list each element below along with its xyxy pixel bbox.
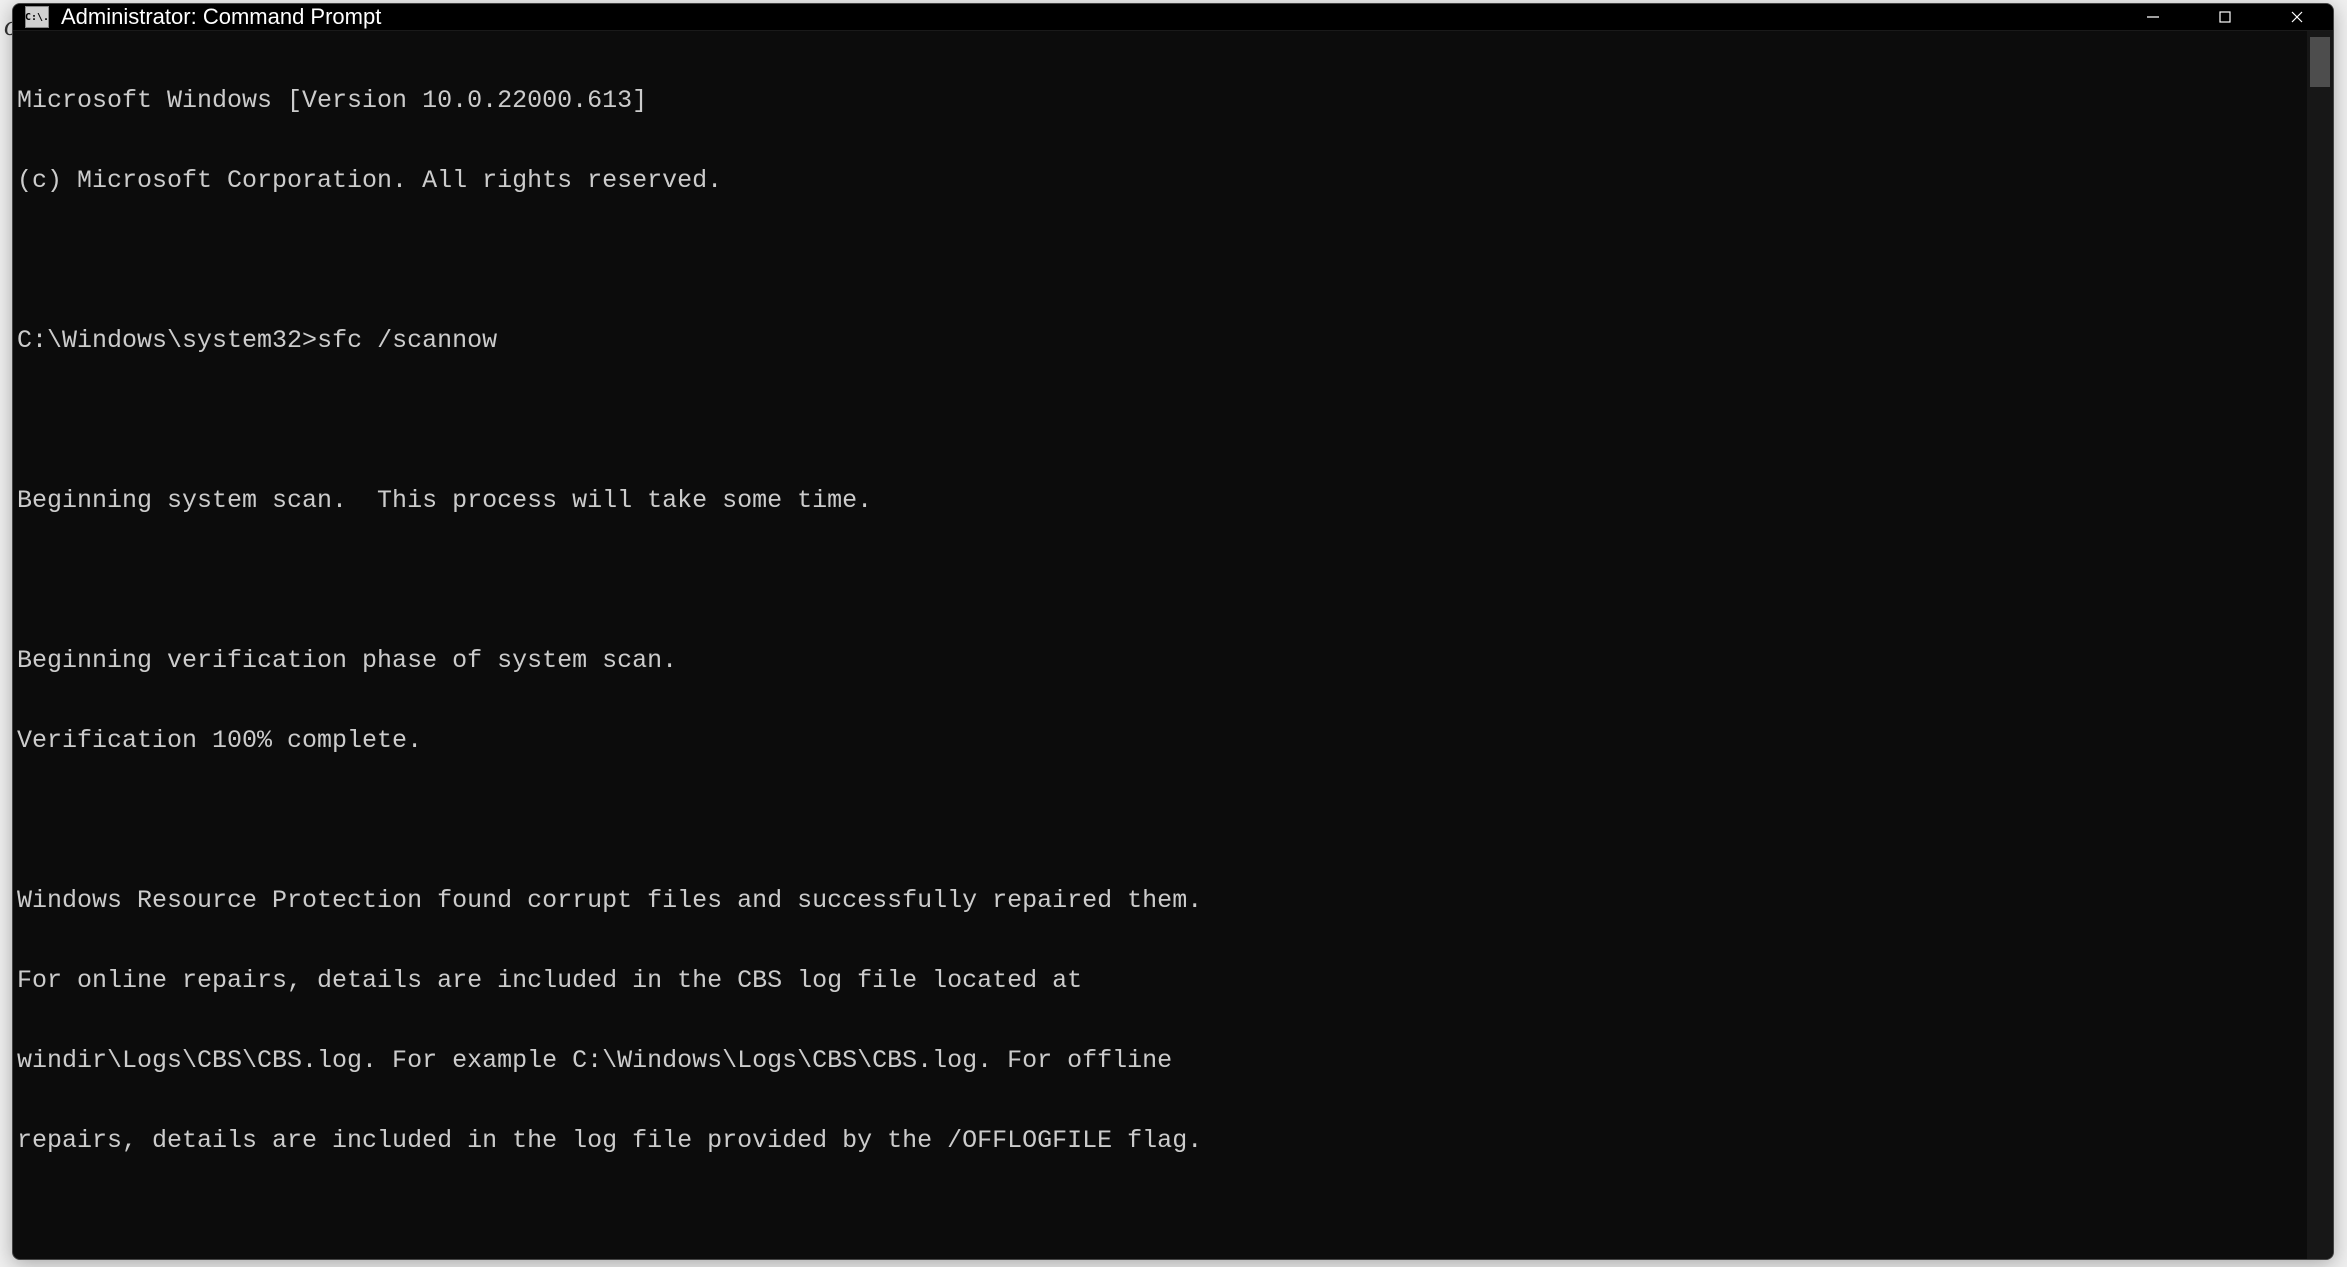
window-controls [2117, 4, 2333, 30]
window-title: Administrator: Command Prompt [61, 4, 381, 30]
output-blank [17, 401, 2303, 441]
output-line: For online repairs, details are included… [17, 961, 2303, 1001]
prompt-command: sfc /scannow [317, 321, 497, 361]
maximize-button[interactable] [2189, 4, 2261, 30]
close-button[interactable] [2261, 4, 2333, 30]
output-line: Beginning verification phase of system s… [17, 641, 2303, 681]
scrollbar-thumb[interactable] [2310, 37, 2330, 87]
output-line: Windows Resource Protection found corrup… [17, 881, 2303, 921]
output-line: Beginning system scan. This process will… [17, 481, 2303, 521]
terminal-body: Microsoft Windows [Version 10.0.22000.61… [13, 31, 2333, 1260]
cmd-icon: C:\. [25, 6, 49, 28]
output-blank [17, 561, 2303, 601]
prompt-path: C:\Windows\system32> [17, 321, 317, 361]
terminal-content[interactable]: Microsoft Windows [Version 10.0.22000.61… [13, 31, 2307, 1260]
titlebar[interactable]: C:\. Administrator: Command Prompt [13, 4, 2333, 31]
output-line: Microsoft Windows [Version 10.0.22000.61… [17, 81, 2303, 121]
output-blank [17, 1201, 2303, 1241]
output-line: repairs, details are included in the log… [17, 1121, 2303, 1161]
output-blank [17, 801, 2303, 841]
minimize-icon [2145, 9, 2161, 25]
scrollbar-track[interactable] [2307, 31, 2333, 1260]
minimize-button[interactable] [2117, 4, 2189, 30]
prompt-line: C:\Windows\system32>sfc /scannow [17, 321, 2303, 361]
close-icon [2289, 9, 2305, 25]
titlebar-left: C:\. Administrator: Command Prompt [25, 4, 381, 30]
maximize-icon [2217, 9, 2233, 25]
output-line: (c) Microsoft Corporation. All rights re… [17, 161, 2303, 201]
output-line: windir\Logs\CBS\CBS.log. For example C:\… [17, 1041, 2303, 1081]
output-line: Verification 100% complete. [17, 721, 2303, 761]
command-prompt-window: C:\. Administrator: Command Prompt Micro… [12, 3, 2334, 1260]
output-blank [17, 241, 2303, 281]
